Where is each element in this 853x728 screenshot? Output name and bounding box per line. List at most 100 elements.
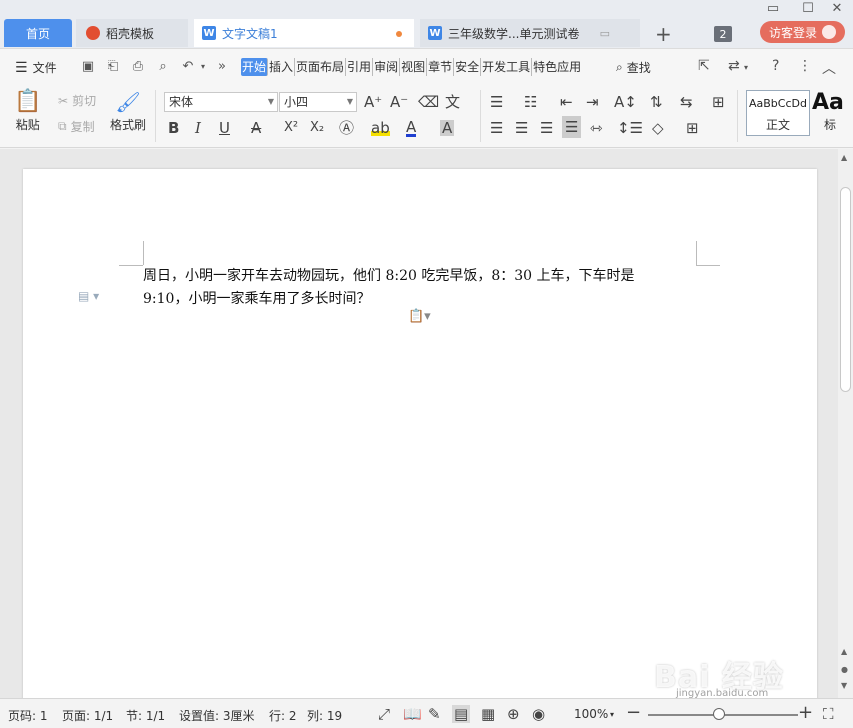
tab-features[interactable]: 特色应用 xyxy=(532,58,582,76)
style-heading[interactable]: Aa 标 xyxy=(812,90,852,136)
select-browse-icon[interactable]: ● xyxy=(841,665,848,674)
status-pages[interactable]: 页面: 1/1 xyxy=(62,707,113,724)
print-preview-icon[interactable]: ⌕ xyxy=(155,60,171,74)
tab-review[interactable]: 审阅 xyxy=(373,58,401,76)
reading-mode-icon[interactable]: 📖 xyxy=(403,705,422,723)
new-tab-button[interactable]: + xyxy=(655,22,672,46)
tab-document[interactable]: W 文字文稿1 xyxy=(194,19,414,47)
zoom-slider-handle[interactable] xyxy=(713,708,725,720)
document-body[interactable]: 周日，小明一家开车去动物园玩，他们 8:20 吃完早饭，8：30 上车，下车时是… xyxy=(143,265,699,311)
borders-icon[interactable]: ⊞ xyxy=(686,120,699,136)
tab-chapter[interactable]: 章节 xyxy=(427,58,455,76)
eye-protection-icon[interactable]: ◉ xyxy=(532,705,545,723)
more-icon[interactable]: » xyxy=(214,60,230,74)
justify-icon[interactable]: ☰ xyxy=(562,116,582,138)
revise-icon[interactable]: ✎ xyxy=(428,705,441,723)
save-icon[interactable]: ▣ xyxy=(80,60,96,74)
style-normal[interactable]: AaBbCcDd 正文 xyxy=(746,90,810,136)
fit-page-icon[interactable]: ⛶ xyxy=(823,705,834,723)
status-section[interactable]: 节: 1/1 xyxy=(126,707,165,724)
page-view-icon[interactable]: ▤ xyxy=(452,705,471,723)
close-window-icon[interactable]: ✕ xyxy=(826,1,848,16)
web-view-icon[interactable]: ⊕ xyxy=(507,705,520,723)
undo-dropdown-icon[interactable]: ▾ xyxy=(195,60,211,74)
scroll-thumb[interactable] xyxy=(840,187,851,392)
guest-login-button[interactable]: 访客登录 xyxy=(760,21,845,43)
paste-options-icon[interactable]: 📋▾ xyxy=(408,309,431,324)
search-button[interactable]: ⌕ 查找 xyxy=(616,59,651,76)
text-direction-icon[interactable]: A↕ xyxy=(614,94,637,110)
sort-icon[interactable]: ⇅ xyxy=(650,94,663,110)
file-menu[interactable]: ☰ 文件 xyxy=(15,59,57,76)
font-size-select[interactable]: 小四 ▼ xyxy=(279,92,357,112)
tab-exam[interactable]: W 三年级数学...单元测试卷 ▭ xyxy=(420,19,640,47)
distribute-icon[interactable]: ⇿ xyxy=(590,120,603,136)
status-setting[interactable]: 设置值: 3厘米 xyxy=(179,707,255,724)
tab-developer[interactable]: 开发工具 xyxy=(481,58,533,76)
decrease-indent-icon[interactable]: ⇤ xyxy=(560,94,573,110)
underline-button[interactable]: U xyxy=(219,120,230,136)
superscript-button[interactable]: X² xyxy=(284,120,298,136)
print-icon[interactable]: ⎙ xyxy=(130,60,146,74)
more-options-icon[interactable]: ⋮ xyxy=(798,58,812,74)
tab-references[interactable]: 引用 xyxy=(346,58,374,76)
copy-button[interactable]: ⧉ 复制 xyxy=(58,118,95,135)
paste-button[interactable]: 📋 粘贴 xyxy=(14,90,41,133)
char-shading-icon[interactable]: A xyxy=(440,120,455,136)
subscript-button[interactable]: X₂ xyxy=(310,120,324,136)
export-pdf-icon[interactable]: ⎗ xyxy=(105,60,121,74)
bullet-list-icon[interactable]: ☰ xyxy=(490,94,503,110)
text-effect-icon[interactable]: Ⓐ xyxy=(339,120,354,136)
clear-format-icon[interactable]: ⌫ xyxy=(418,94,439,110)
zoom-level[interactable]: 100% xyxy=(574,707,608,721)
minimize-icon[interactable]: ▭ xyxy=(762,1,784,16)
shading-icon[interactable]: ◇ xyxy=(652,120,664,136)
tab-insert[interactable]: 插入 xyxy=(268,58,296,76)
cut-button[interactable]: ✂ 剪切 xyxy=(58,92,96,109)
zoom-dropdown-icon[interactable]: ▾ xyxy=(610,710,614,719)
undo-icon[interactable]: ↶ xyxy=(180,60,196,74)
next-page-icon[interactable]: ▼ xyxy=(841,681,847,690)
increase-indent-icon[interactable]: ⇥ xyxy=(586,94,599,110)
status-row[interactable]: 行: 2 xyxy=(269,707,297,724)
share-icon[interactable]: ⇱ xyxy=(698,58,710,74)
tab-view[interactable]: 视图 xyxy=(400,58,428,76)
sync-icon[interactable]: ⇄ xyxy=(728,58,740,74)
tab-count-badge[interactable]: 2 xyxy=(714,26,732,42)
full-screen-icon[interactable]: ⤢ xyxy=(378,705,390,723)
shrink-font-icon[interactable]: A⁻ xyxy=(390,94,408,110)
zoom-in-icon[interactable]: + xyxy=(798,702,813,723)
prev-page-icon[interactable]: ▲ xyxy=(841,647,847,656)
collapse-ribbon-icon[interactable]: ︿ xyxy=(822,58,836,78)
highlight-icon[interactable]: ab xyxy=(371,120,390,136)
font-color-icon[interactable]: A xyxy=(406,120,417,137)
vertical-scrollbar[interactable]: ▲ ▲ ● ▼ xyxy=(838,149,853,698)
numbered-list-icon[interactable]: ☷ xyxy=(524,94,537,110)
document-page[interactable]: ▤ ▾ 周日，小明一家开车去动物园玩，他们 8:20 吃完早饭，8：30 上车，… xyxy=(23,169,817,698)
tab-stops-icon[interactable]: ⇆ xyxy=(680,94,693,110)
italic-button[interactable]: I xyxy=(195,120,201,136)
strikethrough-icon[interactable]: A xyxy=(251,120,261,136)
tab-page-layout[interactable]: 页面布局 xyxy=(295,58,347,76)
tab-start[interactable]: 开始 xyxy=(241,58,269,76)
outline-view-icon[interactable]: ▦ xyxy=(481,705,495,723)
status-page-number[interactable]: 页码: 1 xyxy=(8,707,48,724)
sync-dropdown-icon[interactable]: ▾ xyxy=(744,63,748,72)
align-right-icon[interactable]: ☰ xyxy=(540,120,553,136)
paragraph-layout-icon[interactable]: ▤ ▾ xyxy=(78,289,99,303)
scroll-up-icon[interactable]: ▲ xyxy=(841,153,847,162)
bold-button[interactable]: B xyxy=(168,120,179,136)
line-spacing-icon[interactable]: ↕☰ xyxy=(617,120,643,136)
maximize-icon[interactable]: ☐ xyxy=(797,1,819,16)
status-column[interactable]: 列: 19 xyxy=(307,707,342,724)
align-center-icon[interactable]: ☰ xyxy=(515,120,528,136)
help-icon[interactable]: ? xyxy=(772,58,779,74)
font-name-select[interactable]: 宋体 ▼ xyxy=(164,92,278,112)
format-painter-button[interactable]: 🖌 格式刷 xyxy=(110,90,146,133)
align-left-icon[interactable]: ☰ xyxy=(490,120,503,136)
tab-security[interactable]: 安全 xyxy=(454,58,482,76)
phonetic-guide-icon[interactable]: 文 xyxy=(445,94,460,110)
tab-templates[interactable]: 稻壳模板 xyxy=(76,19,188,47)
zoom-out-icon[interactable]: − xyxy=(626,702,641,723)
tab-home[interactable]: 首页 xyxy=(4,19,72,47)
